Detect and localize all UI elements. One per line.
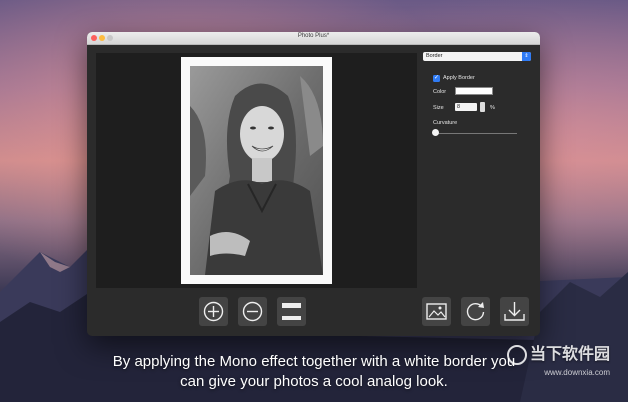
size-stepper[interactable] [480, 102, 485, 112]
size-input[interactable]: 8 [455, 103, 477, 111]
border-color-swatch[interactable] [455, 87, 493, 95]
image-button[interactable] [422, 297, 451, 326]
download-icon [504, 302, 525, 321]
image-icon [426, 303, 447, 320]
watermark-icon [506, 344, 527, 365]
window-title: Photo Plus* [297, 33, 330, 39]
photo-border-frame [181, 57, 332, 284]
apply-border-label: Apply Border [443, 75, 475, 81]
size-label: Size [433, 105, 444, 111]
rotate-icon [466, 302, 485, 321]
watermark-url: www.downxia.com [544, 368, 610, 377]
download-button[interactable] [500, 297, 529, 326]
watermark-text: 当下软件园 [529, 346, 610, 363]
size-unit-label: % [490, 105, 495, 111]
zoom-in-icon [203, 301, 224, 322]
rotate-button[interactable] [461, 297, 490, 326]
effect-dropdown-value: Border [426, 53, 443, 59]
zoom-in-button[interactable] [199, 297, 228, 326]
app-window: Photo Plus* Border ⇕ ✓ Apply Border Colo… [87, 32, 540, 336]
chevron-updown-icon: ⇕ [522, 52, 531, 61]
photo-preview [190, 66, 323, 275]
caption-line-2: can give your photos a cool analog look. [180, 373, 448, 390]
photo-canvas[interactable] [96, 53, 417, 288]
zoom-out-button[interactable] [238, 297, 267, 326]
curvature-label: Curvature [433, 120, 458, 126]
curvature-slider-track[interactable] [433, 133, 517, 134]
fit-frame-button[interactable] [277, 297, 306, 326]
adjustment-panel: Border ⇕ ✓ Apply Border Color Size 8 % C… [423, 52, 533, 292]
watermark-logo: 当下软件园 [506, 340, 610, 365]
title-bar: Photo Plus* [87, 32, 540, 45]
effect-dropdown[interactable]: Border ⇕ [423, 52, 531, 61]
zoom-out-icon [242, 301, 263, 322]
color-label: Color [433, 89, 447, 95]
fit-frame-icon [282, 303, 301, 320]
curvature-slider-knob[interactable] [432, 129, 439, 136]
apply-border-checkbox[interactable]: ✓ [433, 75, 440, 82]
